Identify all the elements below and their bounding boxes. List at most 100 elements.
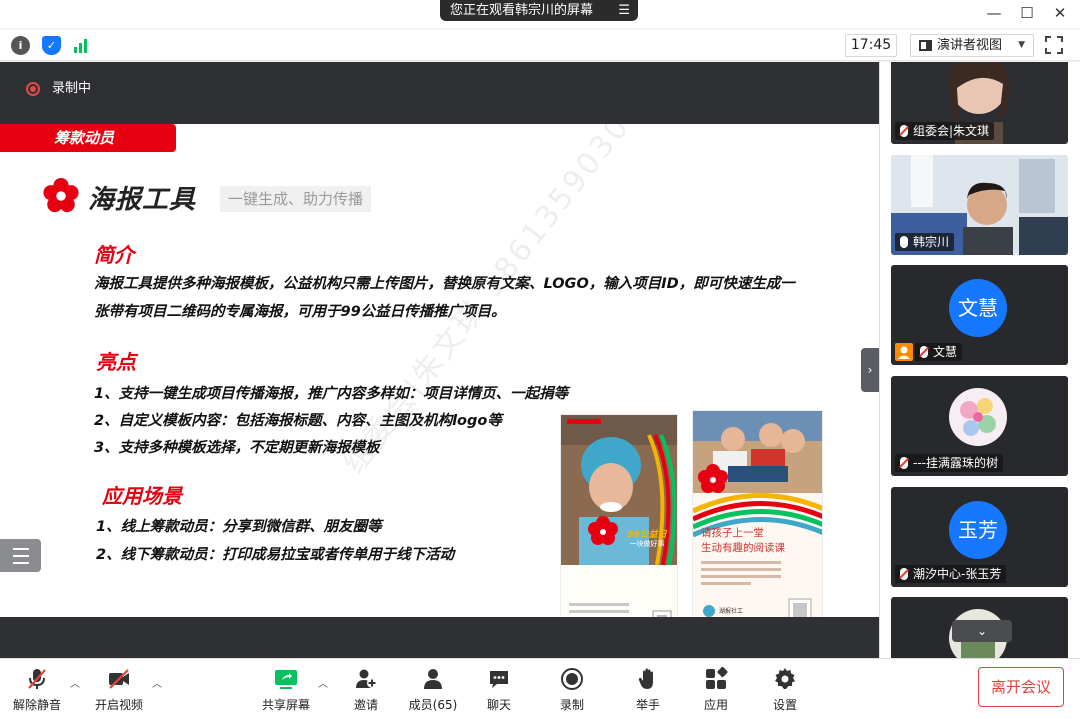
- share-screen-icon: [275, 670, 297, 689]
- video-options-caret[interactable]: ︿: [152, 675, 162, 690]
- info-icon[interactable]: i: [11, 36, 30, 55]
- poster-1-badge-line-2: 一块做好事: [629, 540, 665, 548]
- members-button[interactable]: 成员(65): [398, 665, 468, 715]
- list-icon[interactable]: ☰: [618, 0, 630, 21]
- recording-indicator: 录制中: [26, 80, 91, 98]
- poster-sample-1: 99公益日 一块做好事: [560, 414, 678, 617]
- fullscreen-icon[interactable]: [1045, 36, 1063, 54]
- intro-heading: 简介: [94, 243, 134, 267]
- flower-logo-icon: [43, 177, 79, 213]
- mic-icon: [900, 236, 908, 248]
- meeting-info-bar: i ✓ 17:45 演讲者视图 ▼: [0, 30, 1080, 61]
- view-mode-dropdown[interactable]: 演讲者视图 ▼: [910, 34, 1034, 57]
- start-video-button[interactable]: 开启视频: [84, 665, 154, 715]
- avatar: 文慧: [949, 279, 1007, 337]
- section-banner: 筹款动员: [0, 124, 176, 152]
- share-screen-button[interactable]: 共享屏幕: [251, 665, 321, 715]
- hand-icon: [638, 668, 653, 689]
- raise-hand-label: 举手: [635, 698, 660, 712]
- raise-hand-button[interactable]: 举手: [613, 665, 683, 715]
- signal-icon[interactable]: [72, 36, 91, 55]
- slide-title: 海报工具: [88, 185, 197, 215]
- mic-muted-icon: [28, 669, 46, 689]
- mic-muted-icon: [900, 568, 908, 580]
- user-icon: [895, 343, 913, 361]
- mic-muted-icon: [900, 125, 908, 137]
- apps-icon: [706, 667, 728, 689]
- audio-options-caret[interactable]: ︿: [70, 675, 80, 690]
- highlights-heading: 亮点: [96, 350, 136, 374]
- record-icon: [561, 668, 583, 690]
- participant-name: 组委会|朱文琪: [895, 122, 995, 140]
- scenarios-heading: 应用场景: [102, 484, 182, 508]
- poster-sample-2: 请孩子上一堂 生动有趣的阅读课 湖报社工: [692, 410, 823, 617]
- scroll-down-button[interactable]: ⌄: [952, 620, 1012, 642]
- participant-tile[interactable]: ---挂满露珠的树: [891, 376, 1068, 476]
- invite-button[interactable]: 邀请: [331, 665, 401, 715]
- record-label: 录制: [559, 698, 584, 712]
- meeting-toolbar: 解除静音 ︿ 开启视频 ︿ 共享屏幕 ︿ 邀请 成员(65) 聊天 录制 举手 …: [0, 658, 1080, 719]
- chevron-down-icon: ⌄: [976, 624, 988, 638]
- slide-list-button[interactable]: [0, 539, 41, 572]
- screen-share-notice[interactable]: 您正在观看韩宗川的屏幕 ☰: [440, 0, 638, 21]
- minimize-button[interactable]: —: [982, 2, 1006, 24]
- participant-name-text: 组委会|朱文琪: [913, 124, 990, 138]
- poster-2-artwork: [693, 411, 822, 617]
- speaker-view-icon: [919, 40, 932, 51]
- poster-2-title-line-2: 生动有趣的阅读课: [701, 542, 785, 554]
- chevron-down-icon: ▼: [1018, 40, 1025, 50]
- chat-label: 聊天: [486, 698, 511, 712]
- shield-icon[interactable]: ✓: [42, 36, 61, 55]
- participant-tile[interactable]: 玉芳 潮汐中心-张玉芳: [891, 487, 1068, 587]
- mic-muted-icon: [900, 457, 908, 469]
- camera-off-icon: [109, 669, 129, 689]
- scenario-item: 1、线上筹款动员：分享到微信群、朋友圈等: [96, 519, 382, 535]
- settings-label: 设置: [772, 698, 797, 712]
- participant-name-text: 韩宗川: [913, 235, 950, 249]
- avatar: 玉芳: [949, 501, 1007, 559]
- members-icon: [424, 669, 442, 689]
- participant-tile[interactable]: 组委会|朱文琪: [891, 62, 1068, 144]
- apps-button[interactable]: 应用: [681, 665, 751, 715]
- chat-icon: [490, 671, 508, 688]
- slide-subtitle: 一键生成、助力传播: [220, 186, 372, 212]
- gear-icon: [775, 668, 795, 689]
- record-button[interactable]: 录制: [537, 665, 607, 715]
- unmute-button[interactable]: 解除静音: [2, 665, 72, 715]
- stage-bottom-band: [0, 617, 879, 658]
- poster-1-artwork: [561, 415, 677, 617]
- leave-meeting-button[interactable]: 离开会议: [978, 667, 1064, 707]
- record-dot-icon: [26, 82, 40, 96]
- highlight-item: 1、支持一键生成项目传播海报，推广内容多样如：项目详情页、一起捐等: [94, 386, 569, 402]
- participant-name: 文慧: [915, 343, 963, 361]
- collapse-panel-handle[interactable]: ›: [861, 348, 879, 392]
- unmute-label: 解除静音: [12, 698, 61, 712]
- participant-name-text: 潮汐中心-张玉芳: [913, 567, 1002, 581]
- participant-name-text: 文慧: [933, 345, 958, 359]
- presentation-slide: 筹款动员 海报工具 一键生成、助力传播 简介 海报工具提供多种海报模板，公益机构…: [0, 124, 879, 617]
- participant-tile[interactable]: 文慧 文慧: [891, 265, 1068, 365]
- scenario-item: 2、线下筹款动员：打印成易拉宝或者传单用于线下活动: [96, 547, 455, 563]
- view-mode-label: 演讲者视图: [937, 38, 1003, 53]
- share-screen-label: 共享屏幕: [261, 698, 310, 712]
- avatar: [949, 388, 1007, 446]
- meeting-window: 您正在观看韩宗川的屏幕 ☰ — ☐ ✕ i ✓ 17:45 演讲者视图 ▼ 录制…: [0, 0, 1080, 719]
- participant-name: ---挂满露珠的树: [895, 454, 1003, 472]
- invite-label: 邀请: [353, 698, 378, 712]
- participant-tile[interactable]: 韩宗川: [891, 155, 1068, 255]
- participant-name: 韩宗川: [895, 233, 955, 251]
- shared-screen-stage: 录制中 筹款动员 海报工具 一键生成、助力传播 简介 海报工具提供多种海报模板，…: [0, 62, 879, 658]
- share-notice-text: 您正在观看韩宗川的屏幕: [450, 3, 594, 18]
- mic-muted-icon: [920, 346, 928, 358]
- recording-label: 录制中: [52, 81, 92, 96]
- chat-button[interactable]: 聊天: [464, 665, 534, 715]
- close-button[interactable]: ✕: [1048, 2, 1072, 24]
- poster-2-org: 湖报社工: [719, 608, 744, 615]
- settings-button[interactable]: 设置: [750, 665, 820, 715]
- maximize-button[interactable]: ☐: [1015, 2, 1039, 24]
- stage-top-band: 录制中: [0, 62, 879, 124]
- share-options-caret[interactable]: ︿: [318, 675, 328, 690]
- poster-2-title-line-1: 请孩子上一堂: [701, 527, 764, 539]
- start-video-label: 开启视频: [94, 698, 143, 712]
- participant-panel: 组委会|朱文琪 韩宗川 文慧 文慧 ---挂满露珠的树 玉芳 潮汐中心-张玉芳 …: [879, 62, 1080, 658]
